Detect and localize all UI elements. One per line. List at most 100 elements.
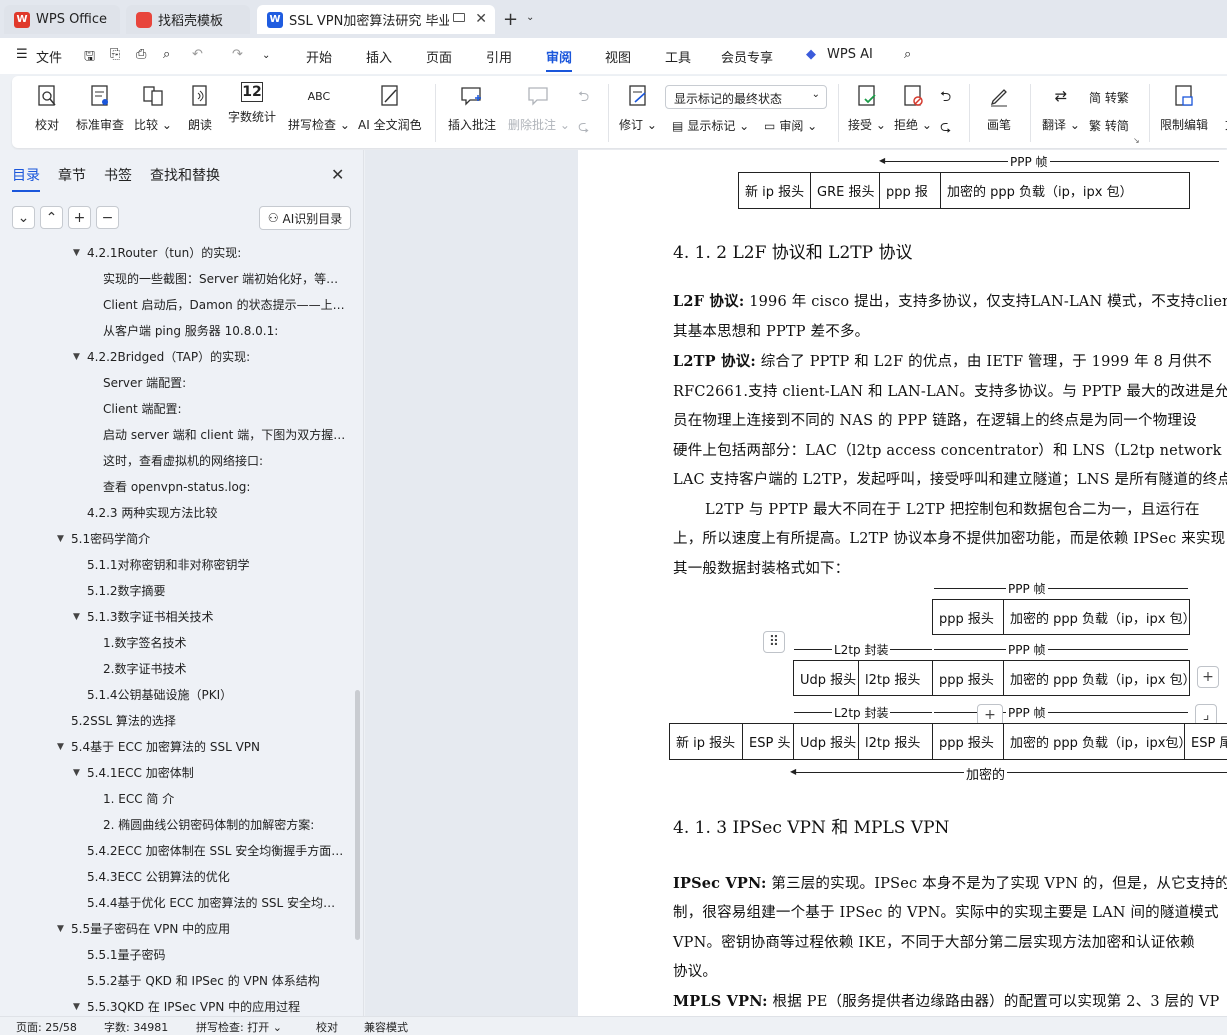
toc-item[interactable]: 5.5量子密码在 VPN 中的应用 bbox=[71, 920, 346, 938]
collapse-triangle-icon[interactable]: ▼ bbox=[73, 348, 83, 366]
toc-item[interactable]: 5.4.2ECC 加密体制在 SSL 安全均衡握手方面的应用 bbox=[87, 842, 346, 860]
toc-item[interactable]: 5.4.3ECC 公钥算法的优化 bbox=[87, 868, 346, 886]
proof-indicator[interactable]: 校对 bbox=[316, 1019, 338, 1035]
menu-view[interactable]: 视图 bbox=[605, 47, 631, 66]
toc-item[interactable]: 从客户端 ping 服务器 10.8.0.1: bbox=[103, 322, 346, 340]
toc-item[interactable]: Client 端配置: bbox=[103, 400, 346, 418]
search-icon[interactable]: ⌕ bbox=[904, 47, 911, 62]
tab-chapter[interactable]: 章节 bbox=[58, 165, 86, 185]
ribbon-expand-icon[interactable]: ↘ bbox=[1133, 136, 1140, 145]
menu-page[interactable]: 页面 bbox=[426, 47, 452, 66]
menu-insert[interactable]: 插入 bbox=[366, 47, 392, 66]
menu-reference[interactable]: 引用 bbox=[486, 47, 512, 66]
toc-item[interactable]: 5.2SSL 算法的选择 bbox=[71, 712, 346, 730]
add-column-icon[interactable]: + bbox=[1197, 666, 1219, 688]
toc-item[interactable]: 5.4.1ECC 加密体制 bbox=[87, 764, 346, 782]
markup-mode-select[interactable]: 显示标记的最终状态 ⌄ bbox=[665, 85, 827, 109]
spell-check-button[interactable]: ABC 拼写检查 ⌄ bbox=[288, 82, 350, 133]
word-count-button[interactable]: 12 字数统计 bbox=[228, 82, 276, 125]
collapse-triangle-icon[interactable]: ▼ bbox=[73, 998, 83, 1016]
tab-toc[interactable]: 目录 bbox=[12, 165, 40, 192]
insert-comment-button[interactable]: 插入批注 bbox=[448, 82, 496, 133]
proof-button[interactable]: 校对 bbox=[34, 82, 60, 133]
toc-item[interactable]: 5.1.1对称密钥和非对称密钥学 bbox=[87, 556, 346, 574]
toc-item[interactable]: 5.4.4基于优化 ECC 加密算法的 SSL 安全均衡握手协议 bbox=[87, 894, 346, 912]
page-indicator[interactable]: 页面: 25/58 bbox=[16, 1019, 77, 1035]
toc-item[interactable]: 2.数字证书技术 bbox=[103, 660, 346, 678]
pen-button[interactable]: 画笔 bbox=[986, 82, 1012, 133]
toc-item[interactable]: 5.1.2数字摘要 bbox=[87, 582, 346, 600]
toc-item[interactable]: 这时，查看虚拟机的网络接口: bbox=[103, 452, 346, 470]
collapse-triangle-icon[interactable]: ▼ bbox=[57, 920, 67, 938]
print-icon[interactable]: ⎙ bbox=[136, 47, 146, 62]
save-icon[interactable]: 🖫 bbox=[84, 47, 95, 69]
toc-item[interactable]: Client 启动后，Damon 的状态提示——上面是客户端 bbox=[103, 296, 346, 314]
toc-item[interactable]: 5.5.1量子密码 bbox=[87, 946, 346, 964]
undo-icon[interactable]: ↶ bbox=[192, 47, 203, 62]
monitor-icon[interactable] bbox=[453, 13, 465, 22]
toc-item[interactable]: 5.1.3数字证书相关技术 bbox=[87, 608, 346, 626]
table-move-handle-icon[interactable]: ⠿ bbox=[763, 631, 785, 653]
review-pane-button[interactable]: ▭ 审阅 ⌄ bbox=[764, 117, 817, 134]
revise-button[interactable]: 修订 ⌄ bbox=[619, 82, 657, 133]
tab-document[interactable]: W SSL VPN加密算法研究 毕业论 ✕ bbox=[257, 5, 495, 34]
toc-item[interactable]: 5.5.3QKD 在 IPSec VPN 中的应用过程 bbox=[87, 998, 346, 1016]
menu-file[interactable]: 文件 bbox=[36, 47, 62, 66]
to-simplified-button[interactable]: 繁 转简 bbox=[1089, 117, 1129, 134]
toc-item[interactable]: 2. 椭圆曲线公钥密码体制的加解密方案: bbox=[103, 816, 346, 834]
toc-item[interactable]: 5.1.4公钥基础设施（PKI） bbox=[87, 686, 346, 704]
expand-up-button[interactable]: ⌃ bbox=[40, 206, 63, 229]
close-icon[interactable]: ✕ bbox=[475, 11, 487, 27]
menu-wps-ai[interactable]: WPS AI bbox=[827, 47, 873, 62]
add-heading-button[interactable]: + bbox=[68, 206, 91, 229]
remove-heading-button[interactable]: − bbox=[96, 206, 119, 229]
menu-tools[interactable]: 工具 bbox=[665, 47, 691, 66]
new-tab-icon[interactable]: + bbox=[503, 9, 518, 30]
toc-item[interactable]: 5.1密码学简介 bbox=[71, 530, 346, 548]
toc-item[interactable]: Server 端配置: bbox=[103, 374, 346, 392]
toc-item[interactable]: 4.2.3 两种实现方法比较 bbox=[87, 504, 346, 522]
menu-review[interactable]: 审阅 bbox=[546, 47, 573, 72]
tab-bookmark[interactable]: 书签 bbox=[104, 165, 132, 185]
collapse-all-button[interactable]: ⌄ bbox=[12, 206, 35, 229]
tab-docer-template[interactable]: 找稻壳模板 bbox=[126, 5, 250, 34]
prev-change-icon[interactable]: ⮌ bbox=[940, 86, 951, 110]
restrict-editing-button[interactable]: 限制编辑 bbox=[1160, 82, 1208, 133]
redo-icon[interactable]: ↷ bbox=[232, 47, 243, 62]
toc-item[interactable]: 实现的一些截图：Server 端初始化好，等待客户端连接 bbox=[103, 270, 346, 288]
ai-polish-button[interactable]: AI 全文润色 bbox=[358, 82, 422, 133]
word-count-indicator[interactable]: 字数: 34981 bbox=[104, 1019, 168, 1035]
toc-item[interactable]: 1. ECC 简 介 bbox=[103, 790, 346, 808]
show-markup-button[interactable]: ▤ 显示标记 ⌄ bbox=[672, 117, 749, 134]
compare-button[interactable]: 比较 ⌄ bbox=[134, 82, 172, 133]
spell-check-indicator[interactable]: 拼写检查: 打开 ⌄ bbox=[196, 1019, 282, 1035]
toc-item[interactable]: 启动 server 端和 client 端，下图为双方握手过程 bbox=[103, 426, 346, 444]
collapse-triangle-icon[interactable]: ▼ bbox=[73, 608, 83, 626]
toc-item[interactable]: 4.2.1Router（tun）的实现: bbox=[87, 244, 346, 262]
toc-item[interactable]: 1.数字签名技术 bbox=[103, 634, 346, 652]
collapse-triangle-icon[interactable]: ▼ bbox=[57, 530, 67, 548]
next-comment-icon[interactable]: ⮎ bbox=[578, 116, 589, 140]
accept-button[interactable]: 接受 ⌄ bbox=[848, 82, 886, 133]
close-icon[interactable]: ✕ bbox=[331, 165, 344, 184]
toc-item[interactable]: 4.2.2Bridged（TAP）的实现: bbox=[87, 348, 346, 366]
toc-item[interactable]: 查看 openvpn-status.log: bbox=[103, 478, 346, 496]
read-aloud-button[interactable]: 朗读 bbox=[187, 82, 213, 133]
standard-review-button[interactable]: 标准审查 bbox=[76, 82, 124, 133]
collapse-triangle-icon[interactable]: ▼ bbox=[73, 244, 83, 262]
translate-button[interactable]: ⇄ 翻译 ⌄ bbox=[1042, 82, 1080, 133]
reject-button[interactable]: 拒绝 ⌄ bbox=[894, 82, 932, 133]
delete-comment-button[interactable]: 删除批注 ⌄ bbox=[508, 82, 570, 133]
menu-start[interactable]: 开始 bbox=[306, 47, 332, 66]
scrollbar[interactable] bbox=[355, 690, 360, 940]
next-change-icon[interactable]: ⮎ bbox=[940, 116, 951, 140]
ai-toc-button[interactable]: ⚇ AI识别目录 bbox=[259, 206, 351, 230]
menu-member[interactable]: 会员专享 bbox=[721, 47, 773, 66]
chevron-down-icon[interactable]: ⌄ bbox=[262, 50, 270, 61]
tab-wps-office[interactable]: W WPS Office bbox=[4, 5, 120, 34]
toc-item[interactable]: 5.4基于 ECC 加密算法的 SSL VPN bbox=[71, 738, 346, 756]
prev-comment-icon[interactable]: ⮌ bbox=[578, 86, 589, 110]
toc-item[interactable]: 5.5.2基于 QKD 和 IPSec 的 VPN 体系结构 bbox=[87, 972, 346, 990]
cut-button[interactable]: 文 bbox=[1218, 82, 1227, 133]
collapse-triangle-icon[interactable]: ▼ bbox=[73, 764, 83, 782]
